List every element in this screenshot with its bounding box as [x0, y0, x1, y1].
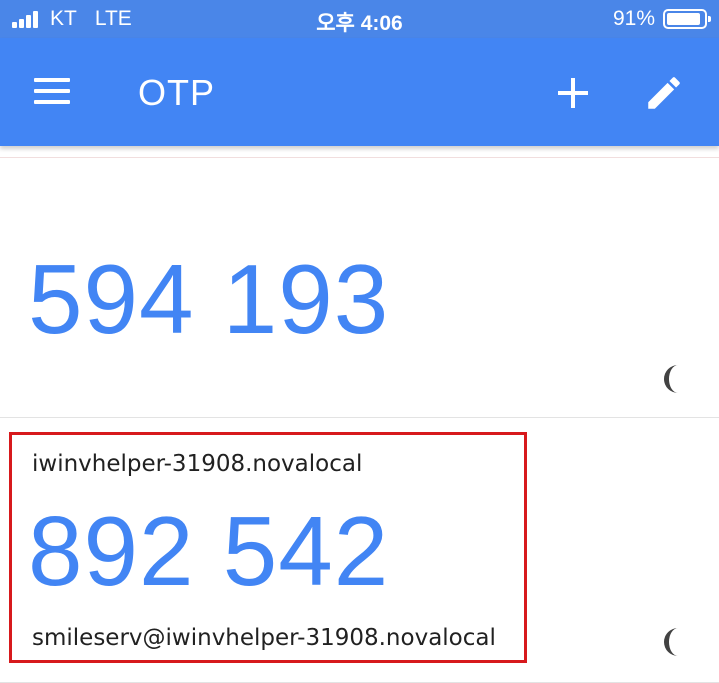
status-bar: KT LTE 오후 4:06 91% — [0, 0, 719, 38]
otp-code: 594 193 — [28, 244, 390, 354]
otp-list: 594 193 iwinvhelper-31908.novalocal 892 … — [0, 146, 719, 683]
battery-icon — [663, 9, 711, 29]
list-item-partial — [0, 146, 719, 158]
otp-issuer: iwinvhelper-31908.novalocal — [32, 451, 363, 477]
edit-icon[interactable] — [643, 72, 685, 114]
otp-account: smileserv@iwinvhelper-31908.novalocal — [32, 625, 496, 651]
countdown-timer-icon — [664, 628, 678, 656]
status-right: 91% — [612, 7, 711, 31]
add-icon[interactable] — [556, 76, 590, 110]
app-title: OTP — [138, 72, 216, 113]
menu-icon[interactable] — [34, 78, 72, 106]
otp-card[interactable]: iwinvhelper-31908.novalocal 892 542 smil… — [0, 418, 719, 683]
status-time: 오후 4:06 — [316, 12, 403, 35]
app-bar: OTP — [0, 38, 719, 146]
otp-card[interactable]: 594 193 — [0, 158, 719, 418]
battery-percent: 91% — [612, 7, 655, 30]
countdown-timer-icon — [664, 365, 678, 393]
otp-code: 892 542 — [28, 496, 390, 606]
